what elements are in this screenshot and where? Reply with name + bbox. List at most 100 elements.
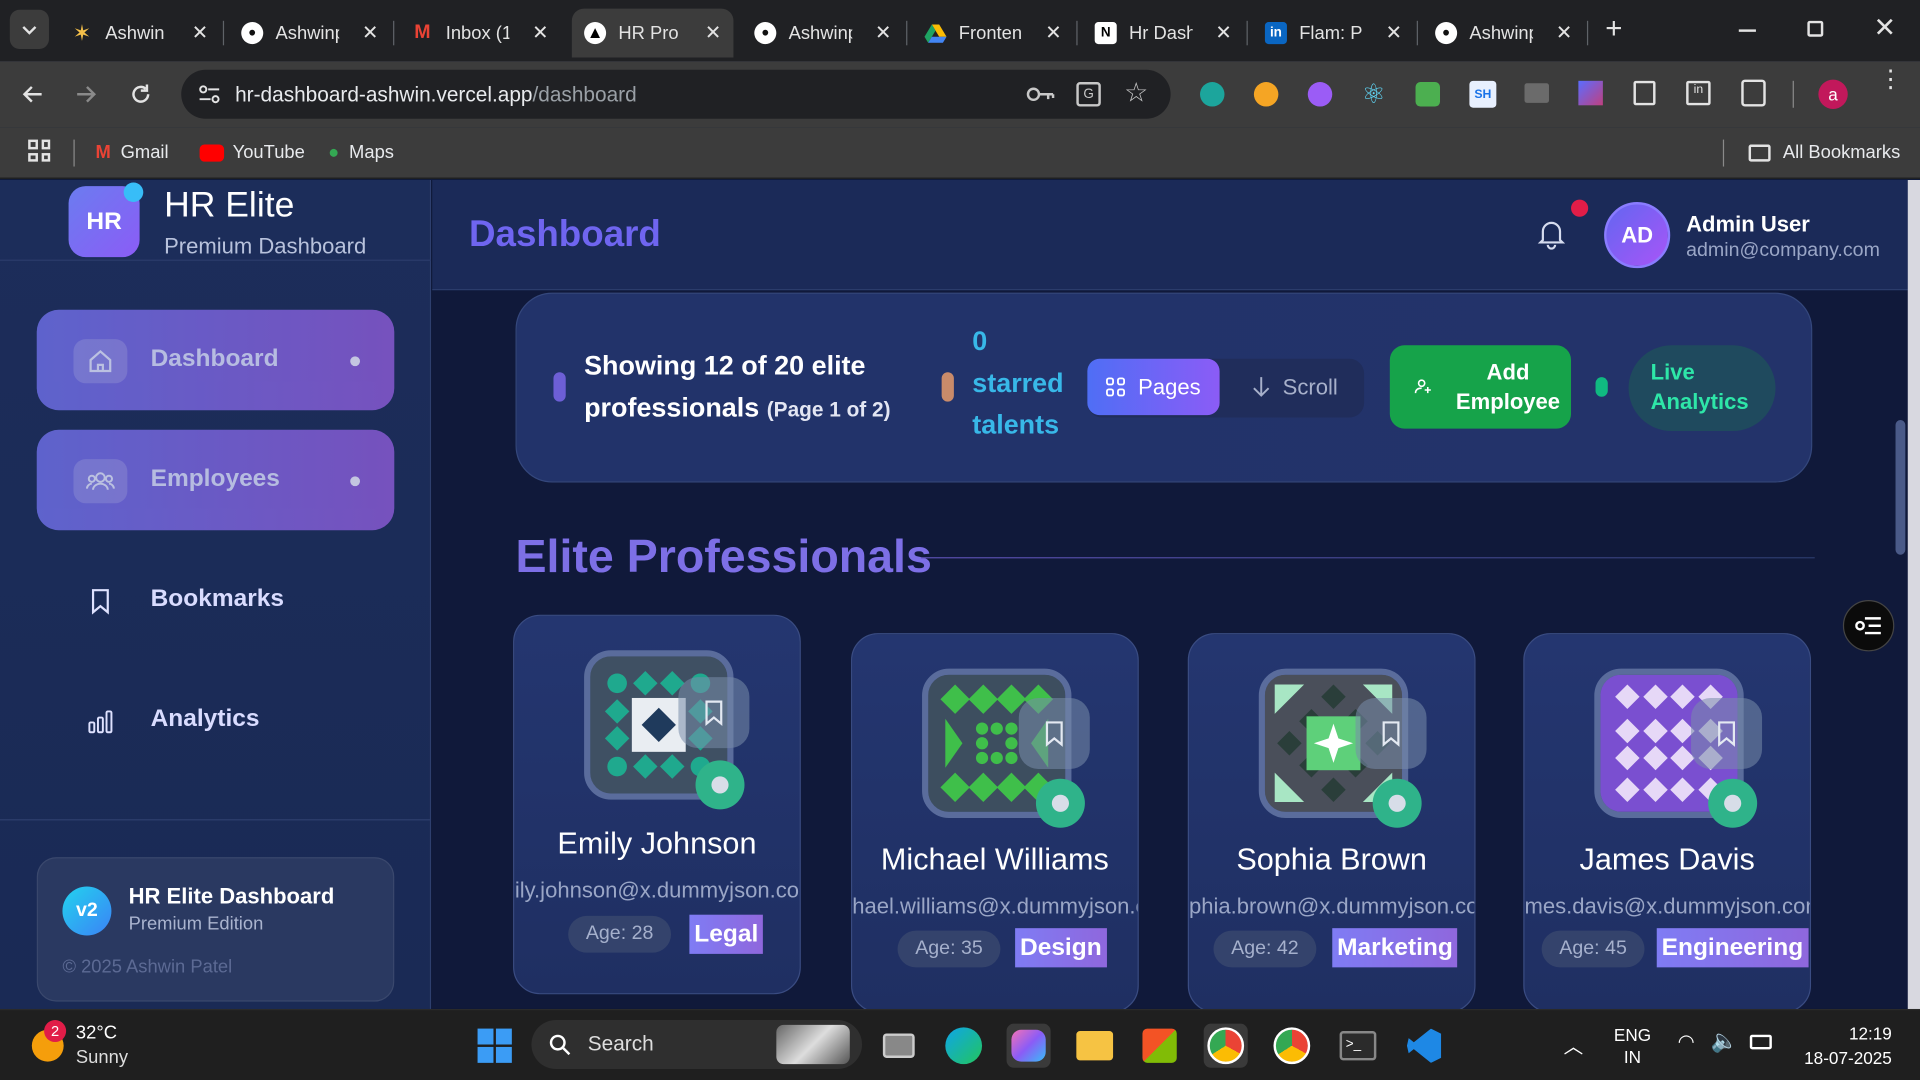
new-tab-plus-icon[interactable]: + (1599, 14, 1628, 44)
react-devtools-icon[interactable]: ⚛ (1362, 78, 1386, 110)
start-button[interactable] (473, 1024, 517, 1068)
employee-card[interactable]: Sophia Brown phia.brown@x.dummyjson.co A… (1187, 633, 1476, 1009)
browser-tab-active[interactable]: HR Pro | ✕ (571, 8, 734, 58)
bar-chart-icon (73, 699, 127, 743)
extension-icon[interactable] (1307, 82, 1333, 107)
forward-arrow-icon[interactable] (73, 82, 97, 106)
browser-tab[interactable]: ● Ashwinp ✕ (229, 9, 391, 58)
scroll-view-button[interactable]: Scroll (1229, 359, 1361, 415)
sidebar-item-analytics[interactable]: Analytics (37, 670, 395, 770)
address-bar[interactable]: hr-dashboard-ashwin.vercel.app/dashboard… (181, 69, 1171, 119)
employee-email: phia.brown@x.dummyjson.co (1188, 893, 1475, 919)
extension-icon[interactable] (1524, 83, 1549, 103)
edge-icon[interactable] (942, 1024, 986, 1068)
reload-icon[interactable] (129, 82, 153, 106)
bookmark-toggle[interactable] (1691, 697, 1763, 769)
bookmark-youtube[interactable]: YouTube (199, 142, 305, 163)
tab-search-button[interactable] (9, 9, 49, 49)
browser-tab[interactable]: ● Ashwinp ✕ (742, 9, 904, 58)
extension-icon[interactable] (1578, 80, 1603, 106)
translate-icon[interactable]: G (1076, 82, 1101, 107)
url-text[interactable]: hr-dashboard-ashwin.vercel.app/dashboard (235, 83, 637, 107)
sidebar-item-employees[interactable]: Employees (36, 429, 395, 531)
extension-icon[interactable] (1253, 82, 1279, 107)
task-view-icon[interactable] (877, 1024, 921, 1068)
file-explorer-icon[interactable] (1073, 1024, 1117, 1068)
chevron-up-icon[interactable]: ︿ (1564, 1030, 1584, 1059)
close-icon[interactable]: ✕ (1045, 21, 1061, 45)
site-info-icon[interactable] (198, 84, 220, 104)
footer-subtitle: Premium Edition (128, 913, 264, 935)
close-icon[interactable]: ✕ (875, 21, 891, 45)
extensions-puzzle-icon[interactable] (1741, 79, 1766, 107)
chrome-taskbar-icon[interactable] (1203, 1023, 1248, 1068)
windows-icon (477, 1028, 512, 1063)
volume-icon[interactable]: 🔈 (1711, 1029, 1738, 1055)
notifications-button[interactable] (1534, 199, 1589, 256)
employee-card[interactable]: James Davis mes.davis@x.dummyjson.con Ag… (1523, 633, 1812, 1009)
bookmark-toggle[interactable] (1018, 697, 1090, 769)
extension-icon[interactable]: SH (1469, 80, 1497, 108)
scrollbar-thumb[interactable] (1895, 420, 1906, 555)
sidebar: HR HR Elite Premium Dashboard Dashboard … (0, 180, 432, 1009)
all-bookmarks[interactable]: All Bookmarks (1748, 142, 1900, 163)
close-window-icon[interactable]: ✕ (1873, 12, 1896, 44)
terminal-icon[interactable]: >_ (1336, 1024, 1380, 1068)
close-icon[interactable]: ✕ (1386, 21, 1402, 45)
user-name: Admin User (1686, 211, 1810, 237)
sidebar-item-dashboard[interactable]: Dashboard (36, 309, 395, 411)
wifi-icon[interactable]: ◠ (1678, 1030, 1695, 1054)
close-icon[interactable]: ✕ (532, 21, 548, 45)
bookmark-toggle[interactable] (1355, 697, 1427, 769)
close-icon[interactable]: ✕ (362, 21, 378, 45)
more-menu-icon[interactable]: ⋮ (1878, 67, 1902, 91)
bookmark-maps[interactable]: ● Maps (328, 142, 394, 163)
bookmark-toggle[interactable] (678, 677, 750, 749)
add-employee-button[interactable]: Add Employee (1389, 345, 1572, 429)
live-analytics-button[interactable]: Live Analytics (1628, 345, 1776, 432)
github-icon: ● (1435, 22, 1458, 45)
browser-tab[interactable]: in Flam: Pe ✕ (1253, 9, 1415, 58)
clock[interactable]: 12:19 18-07-2025 (1798, 1021, 1892, 1070)
language-indicator[interactable]: ENG IN (1614, 1024, 1651, 1068)
back-arrow-icon[interactable] (21, 82, 45, 106)
vscode-icon[interactable] (1402, 1024, 1446, 1068)
browser-tab[interactable]: M Inbox (1 ✕ (399, 9, 561, 58)
close-icon[interactable]: ✕ (705, 21, 721, 45)
page-scrollbar[interactable] (1907, 180, 1920, 1009)
password-key-icon[interactable] (1026, 84, 1055, 104)
online-status-icon (695, 760, 745, 810)
user-avatar[interactable]: AD (1604, 202, 1671, 269)
star-bookmark-icon[interactable]: ☆ (1124, 77, 1148, 109)
browser-tab[interactable]: ● Ashwinp ✕ (1423, 9, 1585, 58)
sidebar-item-bookmarks[interactable]: Bookmarks (37, 550, 395, 650)
chrome-profile-icon[interactable] (1270, 1024, 1314, 1068)
browser-tab[interactable]: N Hr Dash ✕ (1082, 9, 1244, 58)
close-icon[interactable]: ✕ (1215, 21, 1231, 45)
taskbar-search[interactable]: Search (531, 1020, 863, 1069)
close-icon[interactable]: ✕ (1556, 21, 1572, 45)
pages-view-button[interactable]: Pages (1087, 358, 1220, 416)
weather-widget[interactable]: 2 32°C Sunny (27, 1020, 174, 1071)
extension-icon[interactable] (1633, 80, 1656, 106)
minimize-icon[interactable] (1738, 29, 1756, 32)
copilot-icon[interactable] (1006, 1023, 1051, 1068)
employee-card[interactable]: Emily Johnson ily.johnson@x.dummyjson.co… (513, 614, 801, 995)
store-icon[interactable] (1138, 1024, 1182, 1068)
extension-icon[interactable] (1200, 82, 1225, 107)
url-path: /dashboard (532, 83, 637, 107)
battery-icon[interactable] (1749, 1034, 1772, 1050)
restore-icon[interactable] (1807, 20, 1824, 37)
browser-tab[interactable]: Fronten ✕ (912, 9, 1074, 58)
sidebar-item-label: Analytics (150, 705, 260, 733)
filter-icon (1855, 617, 1881, 635)
extension-icon[interactable] (1415, 82, 1441, 107)
filter-fab[interactable] (1842, 600, 1895, 652)
close-icon[interactable]: ✕ (192, 21, 208, 45)
employee-card[interactable]: Michael Williams hael.williams@x.dummyjs… (851, 633, 1139, 1009)
apps-grid-icon[interactable] (28, 139, 51, 162)
browser-tab[interactable]: ✶ Ashwin | ✕ (59, 9, 221, 58)
bookmark-gmail[interactable]: M Gmail (96, 142, 169, 163)
profile-avatar[interactable]: a (1818, 79, 1848, 109)
extension-icon[interactable]: in (1686, 80, 1711, 106)
